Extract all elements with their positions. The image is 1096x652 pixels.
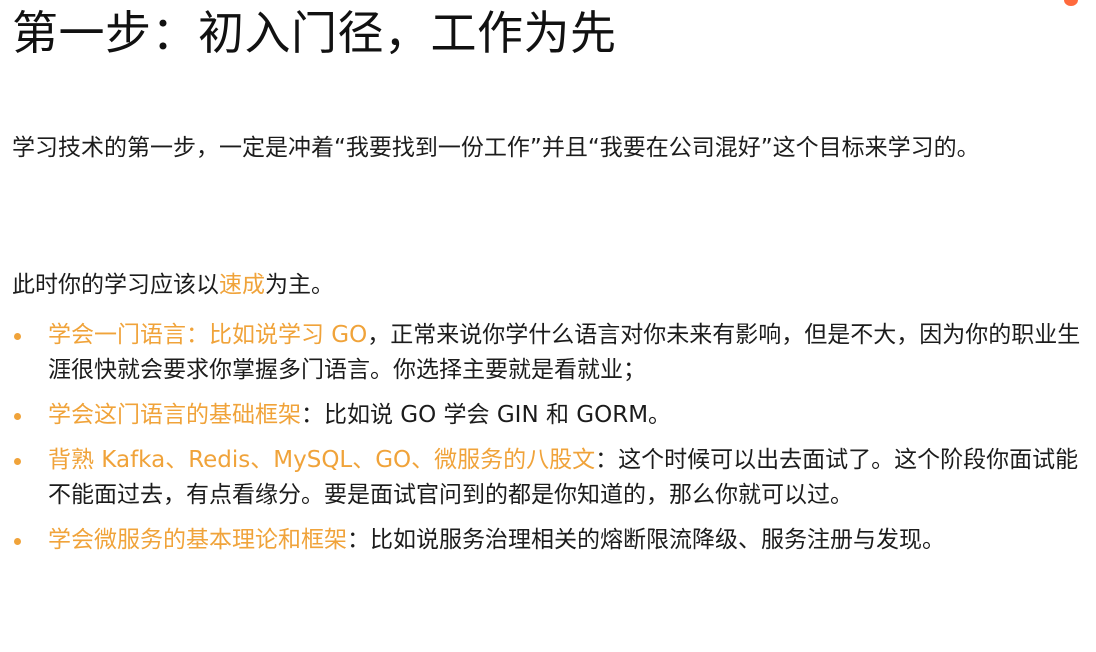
- bullet-dot-icon: [14, 458, 21, 465]
- list-item-text: ：比如说 GO 学会 GIN 和 GORM。: [301, 402, 672, 428]
- list-item: 学会这门语言的基础框架：比如说 GO 学会 GIN 和 GORM。: [12, 398, 1082, 433]
- bullet-dot-icon: [14, 413, 21, 420]
- list-item-lead: 学会一门语言：比如说学习 GO: [48, 322, 368, 348]
- page-title: 第一步：初入门径，工作为先: [12, 6, 617, 60]
- document-page: 第一步：初入门径，工作为先 学习技术的第一步，一定是冲着“我要找到一份工作”并且…: [12, 0, 1082, 553]
- focus-paragraph: 此时你的学习应该以速成为主。: [12, 268, 1082, 303]
- focus-suffix: 为主。: [265, 272, 334, 298]
- learning-steps-list: 学会一门语言：比如说学习 GO，正常来说你学什么语言对你未来有影响，但是不大，因…: [12, 318, 1082, 558]
- bullet-dot-icon: [14, 333, 21, 340]
- bullet-dot-icon: [14, 538, 21, 545]
- focus-prefix: 此时你的学习应该以: [12, 272, 219, 298]
- list-item-lead: 背熟 Kafka、Redis、MySQL、GO、微服务的八股文: [48, 447, 596, 473]
- focus-highlight: 速成: [219, 272, 265, 298]
- intro-paragraph: 学习技术的第一步，一定是冲着“我要找到一份工作”并且“我要在公司混好”这个目标来…: [12, 135, 980, 161]
- list-item: 学会一门语言：比如说学习 GO，正常来说你学什么语言对你未来有影响，但是不大，因…: [12, 318, 1082, 388]
- list-item: 学会微服务的基本理论和框架：比如说服务治理相关的熔断限流降级、服务注册与发现。: [12, 523, 1082, 558]
- list-item-text: ：比如说服务治理相关的熔断限流降级、服务注册与发现。: [347, 527, 945, 553]
- list-item-lead: 学会微服务的基本理论和框架: [48, 527, 347, 553]
- list-item: 背熟 Kafka、Redis、MySQL、GO、微服务的八股文：这个时候可以出去…: [12, 443, 1082, 513]
- list-item-lead: 学会这门语言的基础框架: [48, 402, 301, 428]
